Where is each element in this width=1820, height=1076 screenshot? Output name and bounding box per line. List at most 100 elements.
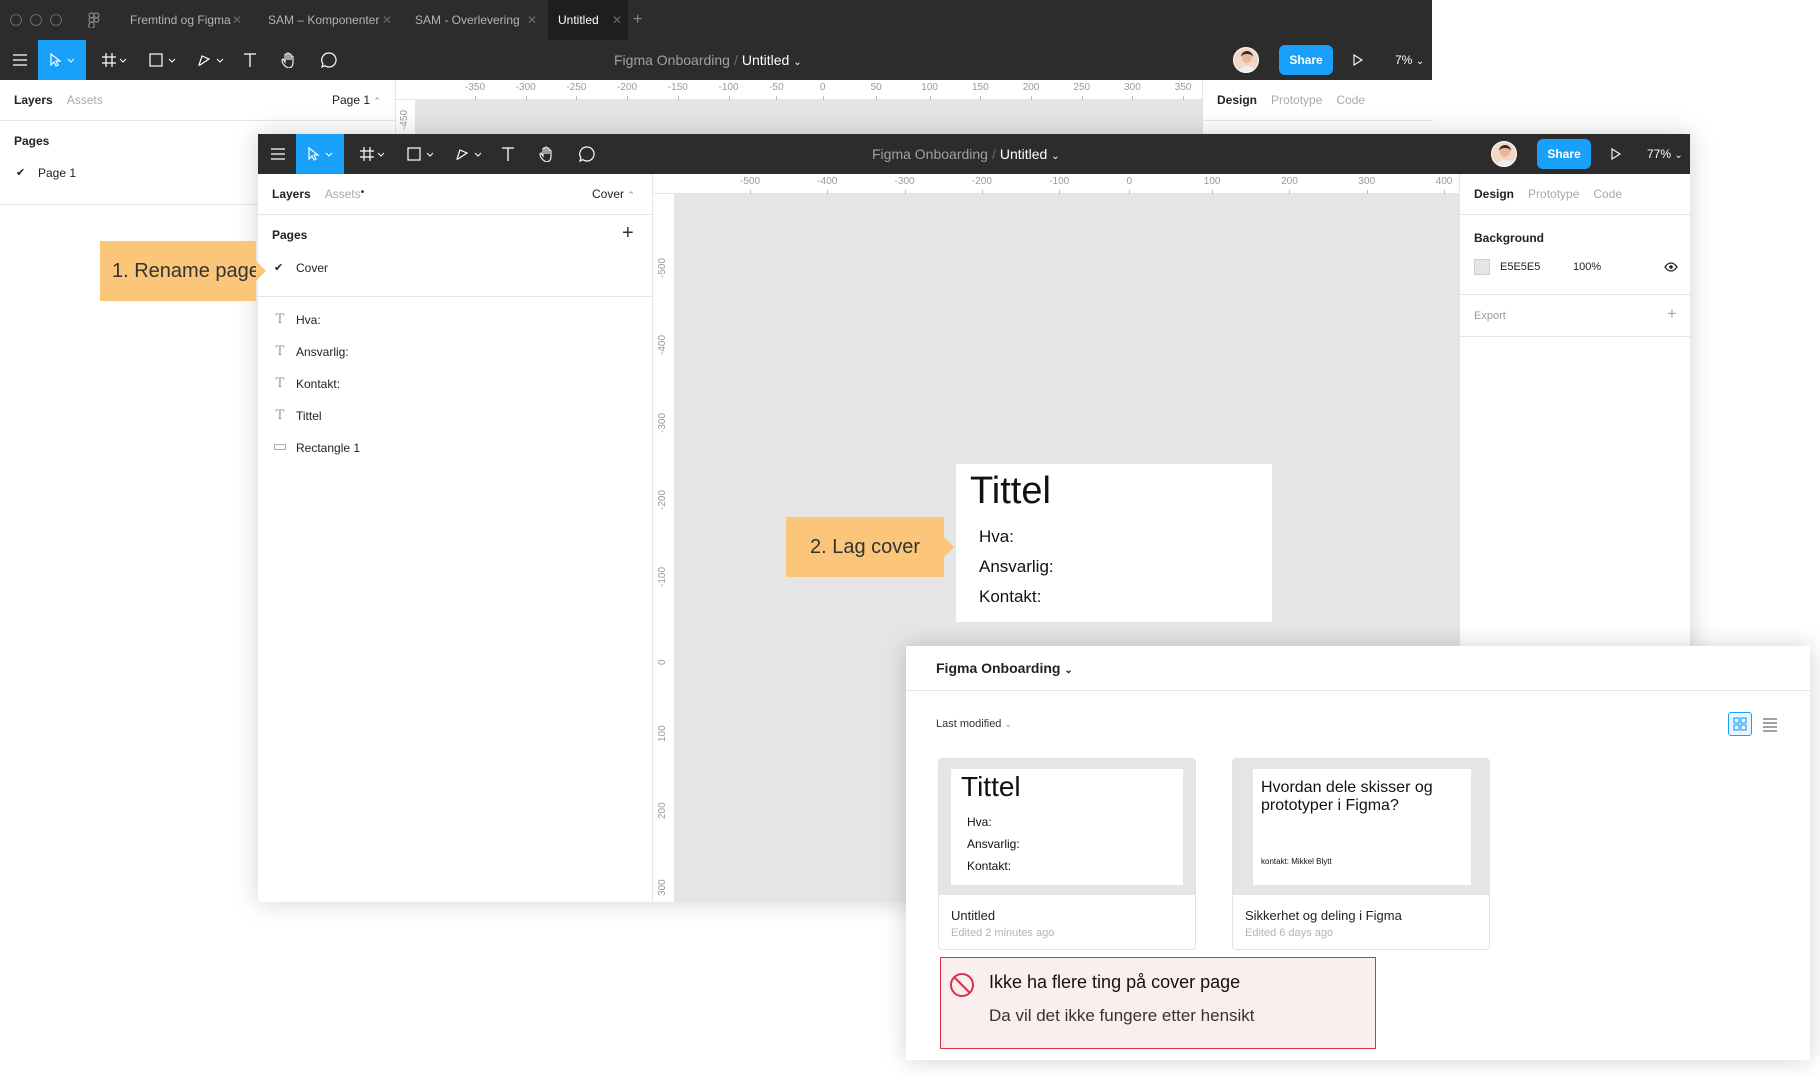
divider	[1460, 294, 1691, 295]
pen-tool-icon[interactable]	[192, 40, 228, 80]
browser-project-title[interactable]: Figma Onboarding ⌄	[936, 660, 1073, 676]
add-export-plus-icon[interactable]: +	[1667, 304, 1677, 324]
page-selector[interactable]: Cover ⌃	[592, 187, 635, 201]
avatar[interactable]	[1491, 141, 1517, 167]
present-play-icon[interactable]	[1348, 40, 1368, 80]
left-panel-tabs: Layers Assets•	[272, 187, 378, 201]
page-selector[interactable]: Page 1 ⌃	[332, 93, 381, 107]
tab-untitled[interactable]: Untitled ✕	[548, 0, 628, 40]
project-name: Figma Onboarding	[872, 146, 988, 162]
ruler-tick: 100	[657, 725, 668, 742]
prohibited-icon	[949, 972, 975, 998]
zoom-level[interactable]: 77% ⌄	[1647, 134, 1683, 174]
zoom-level[interactable]: 7% ⌄	[1395, 40, 1424, 80]
file-card-sikkerhet[interactable]: Hvordan dele skisser og prototyper i Fig…	[1232, 758, 1490, 950]
avatar[interactable]	[1233, 47, 1259, 73]
background-opacity-input[interactable]: 100%	[1573, 261, 1601, 273]
tab-sam-overlevering[interactable]: SAM - Overlevering ✕	[415, 0, 537, 40]
close-icon[interactable]: ✕	[382, 0, 392, 40]
tab-prototype[interactable]: Prototype	[1528, 187, 1579, 201]
comment-tool-icon[interactable]	[572, 134, 602, 174]
layer-label: Tittel	[296, 409, 322, 423]
zoom-value: 77%	[1647, 147, 1672, 161]
ruler-tick: -100	[718, 82, 739, 100]
menu-icon[interactable]	[262, 134, 294, 174]
move-tool-icon[interactable]	[296, 134, 344, 174]
tab-assets[interactable]: Assets	[325, 187, 361, 201]
tab-layers[interactable]: Layers	[14, 93, 53, 107]
project-name: Figma Onboarding	[614, 52, 730, 68]
file-title[interactable]: Figma Onboarding / Untitled ⌄	[872, 134, 1060, 174]
front-vertical-ruler: -500 -400 -300 -200 -100 0 100 200 300	[653, 194, 675, 902]
layer-label: Kontakt:	[296, 377, 341, 391]
background-color-swatch[interactable]	[1474, 259, 1490, 275]
layer-row-tittel[interactable]: T Tittel	[258, 400, 653, 432]
share-button[interactable]: Share	[1537, 139, 1591, 169]
file-edited: Edited 6 days ago	[1245, 927, 1334, 939]
pen-tool-icon[interactable]	[450, 134, 486, 174]
file-card-untitled[interactable]: Tittel Hva: Ansvarlig: Kontakt: Untitled…	[938, 758, 1196, 950]
frame-tool-icon[interactable]	[96, 40, 132, 80]
share-button[interactable]: Share	[1279, 45, 1333, 75]
front-horizontal-ruler: -500 -400 -300 -200 -100 0 100 200 300 400	[653, 174, 1459, 194]
file-thumbnail: Tittel Hva: Ansvarlig: Kontakt:	[939, 759, 1195, 895]
hand-tool-icon[interactable]	[532, 134, 562, 174]
tab-design[interactable]: Design	[1217, 93, 1257, 107]
text-layer-icon: T	[275, 344, 285, 359]
tab-code[interactable]: Code	[1336, 93, 1365, 107]
layer-label: Ansvarlig:	[296, 345, 349, 359]
sort-label: Last modified	[936, 718, 1002, 730]
tab-design[interactable]: Design	[1474, 187, 1514, 201]
tab-label: SAM - Overlevering	[415, 13, 520, 27]
assets-dot-icon: •	[360, 187, 365, 198]
cover-frame[interactable]: Tittel Hva: Ansvarlig: Kontakt:	[956, 464, 1272, 622]
file-title[interactable]: Figma Onboarding / Untitled ⌄	[614, 40, 802, 80]
rectangle-tool-icon[interactable]	[144, 40, 180, 80]
hand-tool-icon[interactable]	[274, 40, 304, 80]
add-page-plus-icon[interactable]: +	[622, 222, 634, 245]
eye-icon[interactable]	[1664, 262, 1678, 272]
tab-assets[interactable]: Assets	[67, 93, 103, 107]
ruler-tick: -300	[657, 412, 668, 433]
list-view-icon[interactable]	[1758, 712, 1782, 736]
grid-view-icon[interactable]	[1728, 712, 1752, 736]
layer-row-rectangle-1[interactable]: Rectangle 1	[258, 432, 653, 464]
right-panel-tabs: Design Prototype Code	[1474, 187, 1636, 201]
layer-row-kontakt[interactable]: T Kontakt:	[258, 368, 653, 400]
divider	[1203, 120, 1433, 121]
page-item-cover[interactable]: Cover	[296, 261, 328, 275]
tab-code[interactable]: Code	[1593, 187, 1622, 201]
move-tool-icon[interactable]	[38, 40, 86, 80]
close-icon[interactable]: ✕	[232, 0, 242, 40]
layer-row-ansvarlig[interactable]: T Ansvarlig:	[258, 336, 653, 368]
ruler-tick: 300	[1358, 176, 1376, 194]
thumbnail-field: Hva:	[967, 815, 992, 829]
window-maximize-dot[interactable]	[50, 14, 62, 26]
tab-fremtind[interactable]: Fremtind og Figma ✕	[130, 0, 242, 40]
tab-layers[interactable]: Layers	[272, 187, 311, 201]
window-minimize-dot[interactable]	[30, 14, 42, 26]
figma-logo-icon[interactable]	[88, 12, 100, 28]
tab-sam-komponenter[interactable]: SAM – Komponenter ✕	[268, 0, 392, 40]
text-layer-icon: T	[275, 312, 285, 327]
divider	[258, 214, 653, 215]
close-icon[interactable]: ✕	[527, 0, 537, 40]
comment-tool-icon[interactable]	[314, 40, 344, 80]
frame-tool-icon[interactable]	[354, 134, 390, 174]
background-hex-input[interactable]: E5E5E5	[1500, 261, 1540, 273]
layer-row-hva[interactable]: T Hva:	[258, 304, 653, 336]
close-icon[interactable]: ✕	[612, 0, 622, 40]
rectangle-tool-icon[interactable]	[402, 134, 438, 174]
window-close-dot[interactable]	[10, 14, 22, 26]
text-tool-icon[interactable]	[494, 134, 522, 174]
menu-icon[interactable]	[4, 40, 36, 80]
warning-body: Da vil det ikke fungere etter hensikt	[989, 1006, 1255, 1025]
new-tab-plus-icon[interactable]: +	[633, 0, 642, 40]
present-play-icon[interactable]	[1606, 134, 1626, 174]
page-item-page-1[interactable]: Page 1	[38, 166, 76, 180]
sort-dropdown[interactable]: Last modified ⌄	[936, 718, 1012, 730]
background-heading: Background	[1474, 231, 1545, 245]
tab-prototype[interactable]: Prototype	[1271, 93, 1322, 107]
text-tool-icon[interactable]	[236, 40, 264, 80]
ruler-tick: 0	[819, 82, 826, 100]
